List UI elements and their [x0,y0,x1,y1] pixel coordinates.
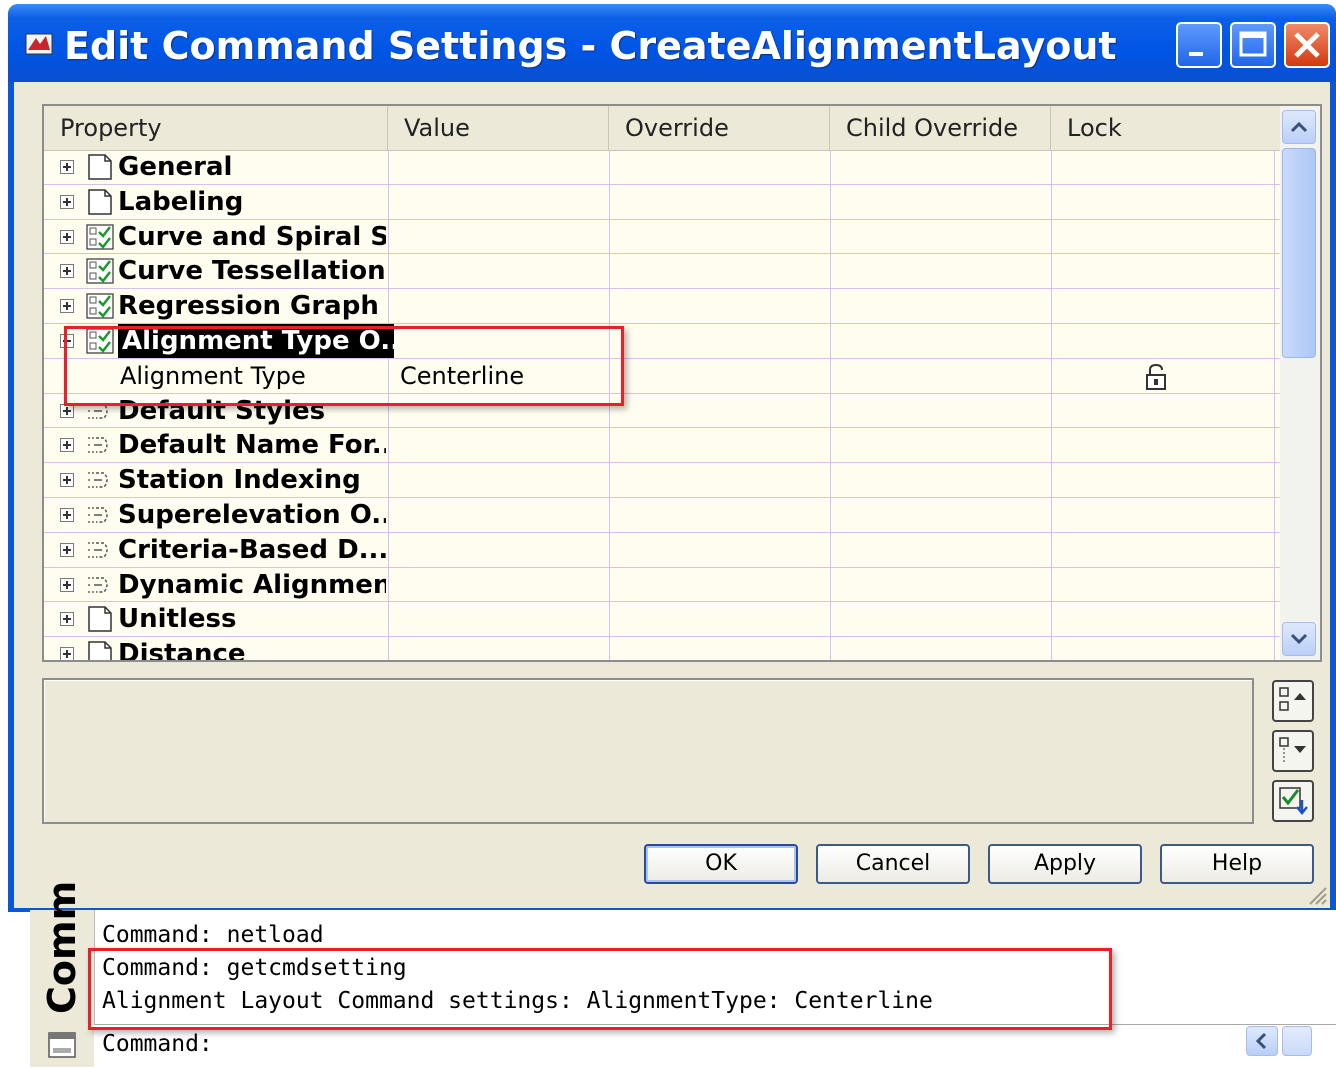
document-icon [88,641,112,660]
minimize-icon [1189,52,1203,56]
horizontal-scroll-thumb[interactable] [1282,1026,1312,1056]
property-row[interactable]: Station Indexing [44,463,1280,498]
document-icon [88,154,112,180]
window-title: Edit Command Settings - CreateAlignmentL… [64,24,1117,68]
expand-icon[interactable] [60,438,74,453]
grid-rows: General Labeling Curve and Spiral S... Curv… [44,150,1280,662]
property-row[interactable]: Distance [44,637,1280,662]
chevron-down-icon [1290,633,1308,645]
expand-tree-icon [1279,737,1306,762]
property-label: General [118,152,233,182]
description-panel [42,678,1254,824]
column-header-child-override[interactable]: Child Override [830,106,1051,150]
command-line-sidebar: Comm [30,881,95,1067]
close-icon [1294,32,1320,58]
grid-header: Property Value Override Child Override L… [44,106,1280,151]
expand-icon[interactable] [60,577,74,592]
dashed-arrow-icon [88,542,108,558]
scroll-thumb[interactable] [1282,148,1316,358]
column-header-property[interactable]: Property [44,106,388,150]
chevron-up-icon [1290,121,1308,133]
column-header-lock[interactable]: Lock [1051,106,1280,150]
property-row[interactable]: Superelevation O... [44,498,1280,533]
property-label: Regression Graph ... [118,291,386,322]
property-row[interactable]: General [44,150,1280,185]
command-line-side-label: Comm [40,880,84,1014]
scroll-left-button[interactable] [1246,1026,1278,1056]
expand-icon[interactable] [60,507,74,522]
checked-grid-icon [86,223,114,250]
lock-icon[interactable] [1144,363,1168,391]
property-label: Curve Tessellation... [118,256,386,287]
property-label: Unitless [118,604,237,635]
property-label: Curve and Spiral S... [118,221,386,252]
help-button[interactable]: Help [1160,844,1314,884]
expand-icon[interactable] [60,160,74,174]
checked-grid-icon [86,258,114,284]
resize-grip-icon[interactable] [1306,884,1328,906]
column-header-override[interactable]: Override [609,106,830,150]
expand-icon[interactable] [60,647,74,660]
command-line-panel: Comm Command: netload Command: getcmdset… [30,881,1336,1068]
dashed-arrow-icon [88,576,108,593]
expand-icon[interactable] [60,229,74,244]
title-bar[interactable]: Edit Command Settings - CreateAlignmentL… [8,4,1336,82]
edit-command-settings-window: Edit Command Settings - CreateAlignmentL… [8,4,1336,912]
check-download-icon [1279,787,1308,815]
chevron-left-icon [1255,1032,1267,1050]
expand-icon[interactable] [60,612,74,627]
dashed-arrow-icon [88,437,108,454]
annotation-highlight-box [64,326,624,406]
property-label: Labeling [118,186,244,217]
column-header-value[interactable]: Value [388,106,609,150]
collapse-tree-icon [1279,687,1306,711]
property-label: Superelevation O... [118,499,386,530]
maximize-button[interactable] [1230,22,1276,68]
scroll-down-button[interactable] [1282,622,1316,656]
collapse-all-button[interactable] [1272,680,1314,722]
command-window-icon[interactable] [46,1030,78,1060]
property-row[interactable]: Labeling [44,185,1280,220]
cancel-button[interactable]: Cancel [816,844,970,884]
maximize-icon [1239,31,1267,57]
command-prompt: Command: [102,1031,213,1057]
property-label: Distance [118,639,246,662]
property-row[interactable]: Curve Tessellation... [44,254,1280,290]
expand-icon[interactable] [60,542,74,557]
app-icon [25,33,53,55]
close-button[interactable] [1284,22,1330,68]
property-label: Dynamic Alignmen... [118,569,386,600]
vertical-scrollbar[interactable] [1280,106,1320,660]
dialog-client-area: Property Value Override Child Override L… [14,82,1330,908]
apply-button[interactable]: Apply [988,844,1142,884]
dashed-arrow-icon [88,472,108,488]
property-row[interactable]: Unitless [44,602,1280,638]
command-history-line: Command: netload [102,922,324,948]
property-row[interactable]: Dynamic Alignmen... [44,568,1280,603]
minimize-button[interactable] [1176,22,1222,68]
dashed-arrow-icon [88,507,108,523]
scroll-up-button[interactable] [1282,110,1316,144]
document-icon [88,189,112,215]
property-row[interactable]: Regression Graph ... [44,289,1280,324]
property-label: Criteria-Based D... [118,534,386,565]
property-label: Default Name For... [118,430,386,461]
command-input[interactable]: Command: [94,1024,1336,1068]
expand-icon[interactable] [60,194,74,209]
property-row[interactable]: Curve and Spiral S... [44,220,1280,255]
expand-icon[interactable] [60,299,74,314]
document-icon [88,606,112,633]
property-label: Station Indexing [118,465,361,496]
annotation-highlight-box [88,948,1112,1030]
expand-icon[interactable] [60,264,74,279]
checked-grid-icon [86,293,114,319]
apply-settings-button[interactable] [1272,780,1314,822]
expand-all-button[interactable] [1272,730,1314,772]
ok-button[interactable]: OK [644,844,798,884]
property-row[interactable]: Criteria-Based D... [44,533,1280,568]
expand-icon[interactable] [60,473,74,488]
property-row[interactable]: Default Name For... [44,428,1280,464]
